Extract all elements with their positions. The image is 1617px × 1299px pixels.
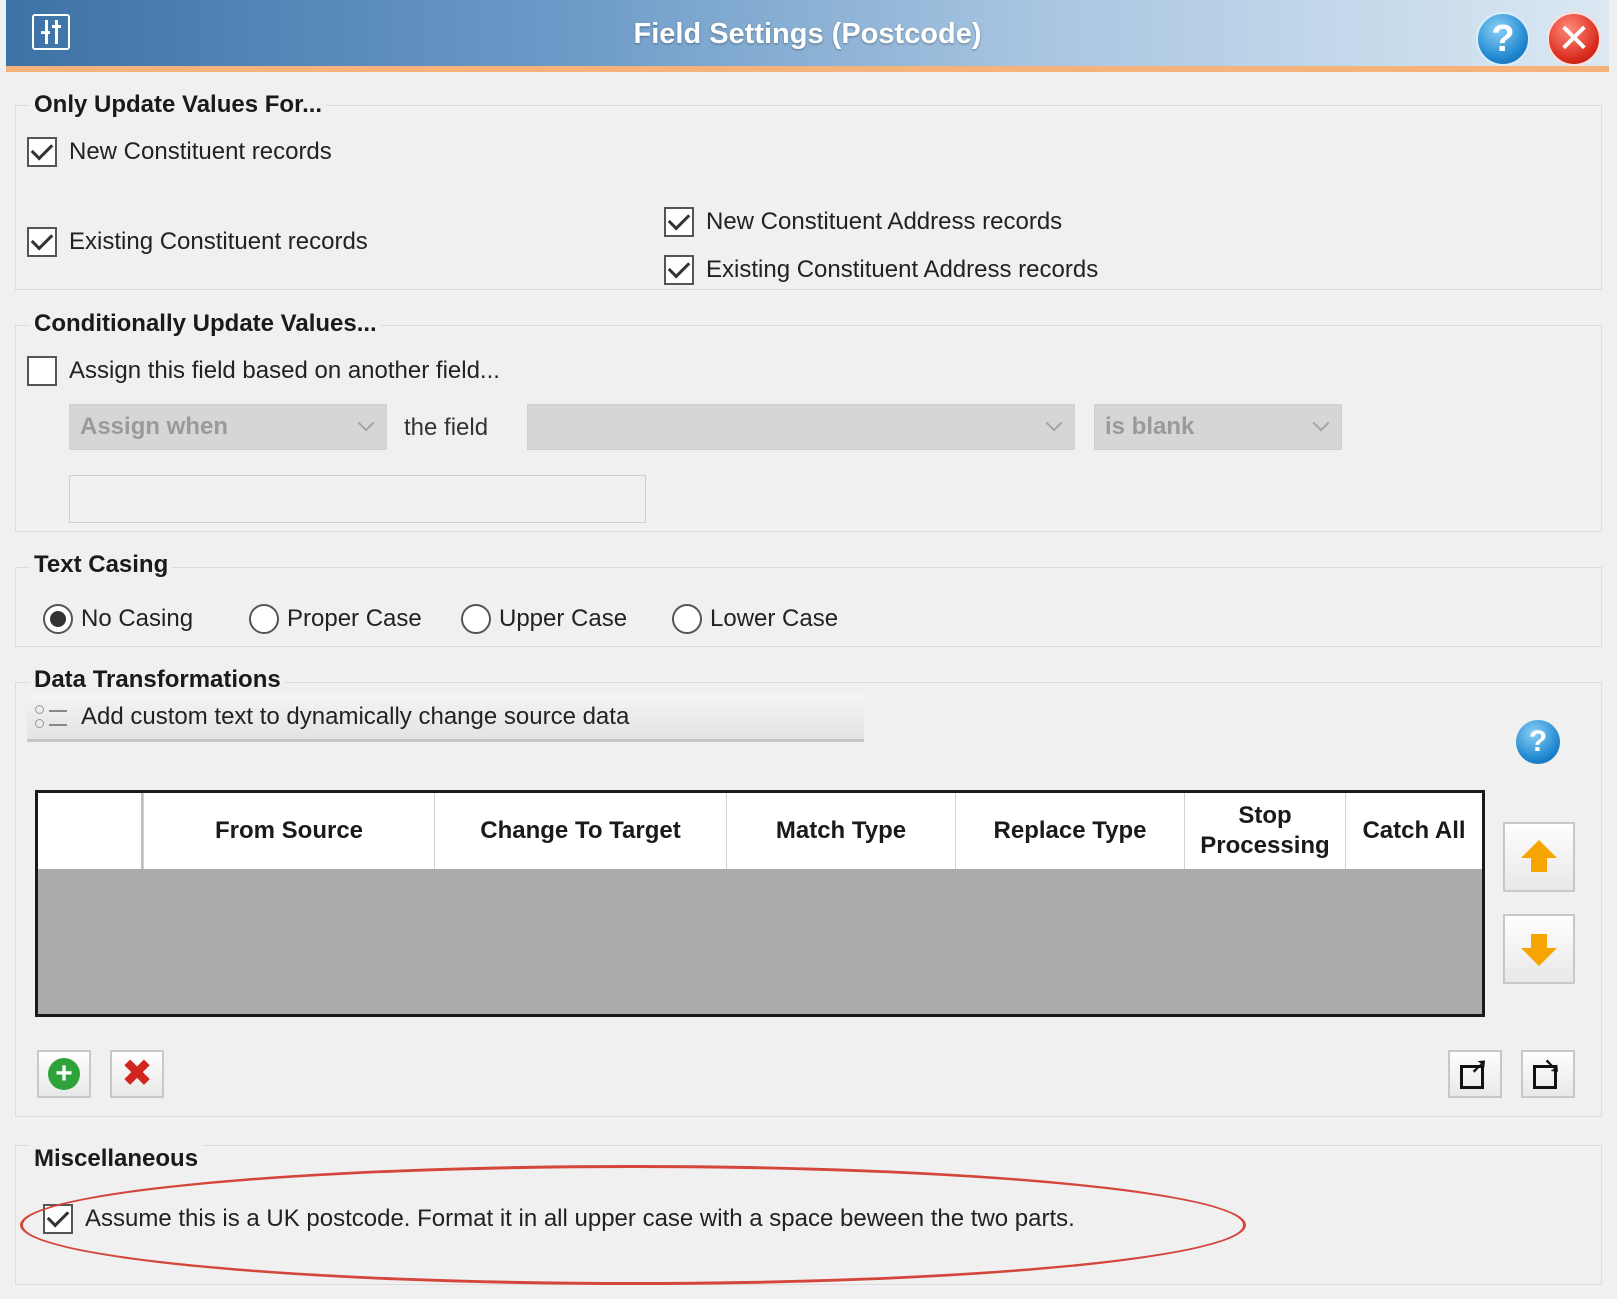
add-row-button[interactable]: + (37, 1050, 91, 1098)
import-icon: ➘ (1533, 1055, 1563, 1089)
add-custom-text-button[interactable]: Add custom text to dynamically change so… (27, 694, 864, 742)
assign-field-label: Assign this field based on another field… (69, 357, 500, 384)
grid-header: From Source Change To Target Match Type … (38, 793, 1482, 869)
existing-constituent-label: Existing Constituent records (69, 228, 368, 255)
existing-address-checkbox[interactable]: Existing Constituent Address records (664, 255, 1098, 285)
delete-row-button[interactable]: ✖ (110, 1050, 164, 1098)
assign-when-value: Assign when (80, 413, 229, 440)
radio-proper-case[interactable]: Proper Case (249, 604, 422, 634)
help-button[interactable]: ? (1476, 12, 1530, 66)
condition-value-input[interactable] (69, 475, 646, 523)
chevron-down-icon (1045, 414, 1063, 432)
field-dropdown[interactable] (527, 404, 1075, 450)
new-address-checkbox[interactable]: New Constituent Address records (664, 207, 1062, 237)
text-casing-title: Text Casing (30, 551, 173, 579)
move-down-button[interactable] (1503, 914, 1575, 984)
export-button[interactable]: ➚ (1448, 1050, 1502, 1098)
radio-circle[interactable] (461, 604, 491, 634)
window-title: Field Settings (Postcode) (633, 18, 982, 50)
chevron-down-icon (357, 414, 375, 432)
condition-dropdown[interactable]: is blank (1094, 404, 1342, 450)
conditional-title: Conditionally Update Values... (30, 310, 381, 338)
delete-icon: ✖ (121, 1053, 153, 1095)
uk-postcode-checkbox[interactable]: Assume this is a UK postcode. Format it … (43, 1204, 1075, 1234)
radio-label: Upper Case (499, 605, 628, 632)
radio-circle[interactable] (672, 604, 702, 634)
column-match-type[interactable]: Match Type (726, 793, 955, 869)
radio-circle[interactable] (249, 604, 279, 634)
grid-row-header-cell[interactable] (38, 793, 143, 869)
checkbox-box[interactable] (43, 1204, 73, 1234)
column-stop-processing[interactable]: Stop Processing (1184, 793, 1345, 869)
add-icon: + (48, 1058, 80, 1090)
radio-lower-case[interactable]: Lower Case (672, 604, 838, 634)
new-constituent-checkbox[interactable]: New Constituent records (27, 137, 332, 167)
close-icon: ✕ (1557, 17, 1591, 61)
only-update-title: Only Update Values For... (30, 91, 327, 119)
radio-label: Lower Case (710, 605, 839, 632)
radio-upper-case[interactable]: Upper Case (461, 604, 627, 634)
radio-label: Proper Case (287, 605, 422, 632)
move-up-button[interactable] (1503, 822, 1575, 892)
arrow-up-icon (1521, 840, 1557, 872)
existing-constituent-checkbox[interactable]: Existing Constituent records (27, 227, 368, 257)
import-button[interactable]: ➘ (1521, 1050, 1575, 1098)
checkbox-box[interactable] (27, 227, 57, 257)
new-constituent-label: New Constituent records (69, 138, 332, 165)
the-field-label: the field (404, 414, 489, 441)
arrow-down-icon (1521, 934, 1557, 966)
assign-field-checkbox[interactable]: Assign this field based on another field… (27, 356, 500, 386)
close-button[interactable]: ✕ (1547, 12, 1601, 66)
question-icon: ? (1528, 725, 1548, 758)
question-icon: ? (1491, 17, 1515, 60)
new-address-label: New Constituent Address records (706, 208, 1063, 235)
title-bar: Field Settings (Postcode) (6, 0, 1609, 72)
condition-value: is blank (1105, 413, 1195, 440)
data-transformations-help-button[interactable]: ? (1516, 720, 1560, 764)
existing-address-label: Existing Constituent Address records (706, 256, 1099, 283)
radio-label: No Casing (81, 605, 194, 632)
list-options-icon (35, 702, 69, 732)
data-transformations-title: Data Transformations (30, 666, 285, 694)
column-catch-all[interactable]: Catch All (1345, 793, 1482, 869)
chevron-down-icon (1312, 414, 1330, 432)
checkbox-box[interactable] (664, 207, 694, 237)
uk-postcode-label: Assume this is a UK postcode. Format it … (85, 1205, 1075, 1232)
column-replace-type[interactable]: Replace Type (955, 793, 1184, 869)
add-custom-text-label: Add custom text to dynamically change so… (81, 702, 630, 730)
radio-no-casing[interactable]: No Casing (43, 604, 193, 634)
checkbox-box[interactable] (27, 356, 57, 386)
checkbox-box[interactable] (664, 255, 694, 285)
export-icon: ➚ (1460, 1055, 1490, 1089)
checkbox-box[interactable] (27, 137, 57, 167)
column-change-to-target[interactable]: Change To Target (434, 793, 726, 869)
miscellaneous-title: Miscellaneous (30, 1145, 203, 1173)
radio-circle[interactable] (43, 604, 73, 634)
column-from-source[interactable]: From Source (143, 793, 434, 869)
assign-when-dropdown[interactable]: Assign when (69, 404, 387, 450)
transformations-grid[interactable]: From Source Change To Target Match Type … (35, 790, 1485, 1017)
